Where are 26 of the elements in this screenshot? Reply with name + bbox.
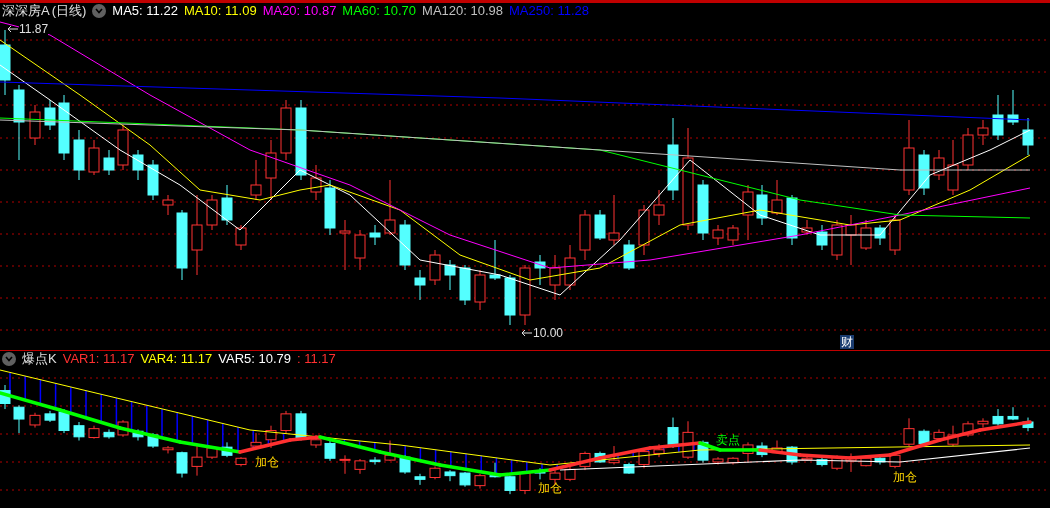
signal-label: 加仓 xyxy=(893,470,917,484)
arrow-icon xyxy=(521,329,533,337)
period-label: (日线) xyxy=(51,3,87,19)
indicator-value: MA10: 11.09 xyxy=(183,3,257,19)
signal-label: 加仓 xyxy=(538,481,562,495)
high-price-label: 11.87 xyxy=(19,22,49,36)
indicator-value: VAR5: 10.79 xyxy=(218,351,292,367)
indicator-value: MA120: 10.98 xyxy=(422,3,504,19)
indicator-value: VAR4: 11.17 xyxy=(140,351,213,367)
chevron-down-icon xyxy=(95,8,104,14)
indicator-name: 爆点K xyxy=(22,351,57,367)
chevron-down-icon xyxy=(5,356,13,362)
indicator-value: : 11.17 xyxy=(297,351,336,367)
indicator-value: MA5: 11.22 xyxy=(112,3,178,19)
signal-label: 卖点 xyxy=(716,433,740,447)
signal-label: 加仓 xyxy=(255,455,279,469)
indicator-value: MA20: 10.87 xyxy=(262,3,337,19)
indicator-value: VAR1: 11.17 xyxy=(62,351,135,367)
arrow-icon xyxy=(7,25,19,33)
finance-badge[interactable]: 财 xyxy=(840,335,854,349)
indicator-value: MA60: 10.70 xyxy=(342,3,417,19)
security-name: 深深房A xyxy=(2,3,50,19)
dropdown-button[interactable] xyxy=(2,352,16,366)
indicator-value: MA250: 11.28 xyxy=(509,3,589,19)
low-price-label: 10.00 xyxy=(533,326,564,340)
dropdown-button[interactable] xyxy=(92,4,107,18)
